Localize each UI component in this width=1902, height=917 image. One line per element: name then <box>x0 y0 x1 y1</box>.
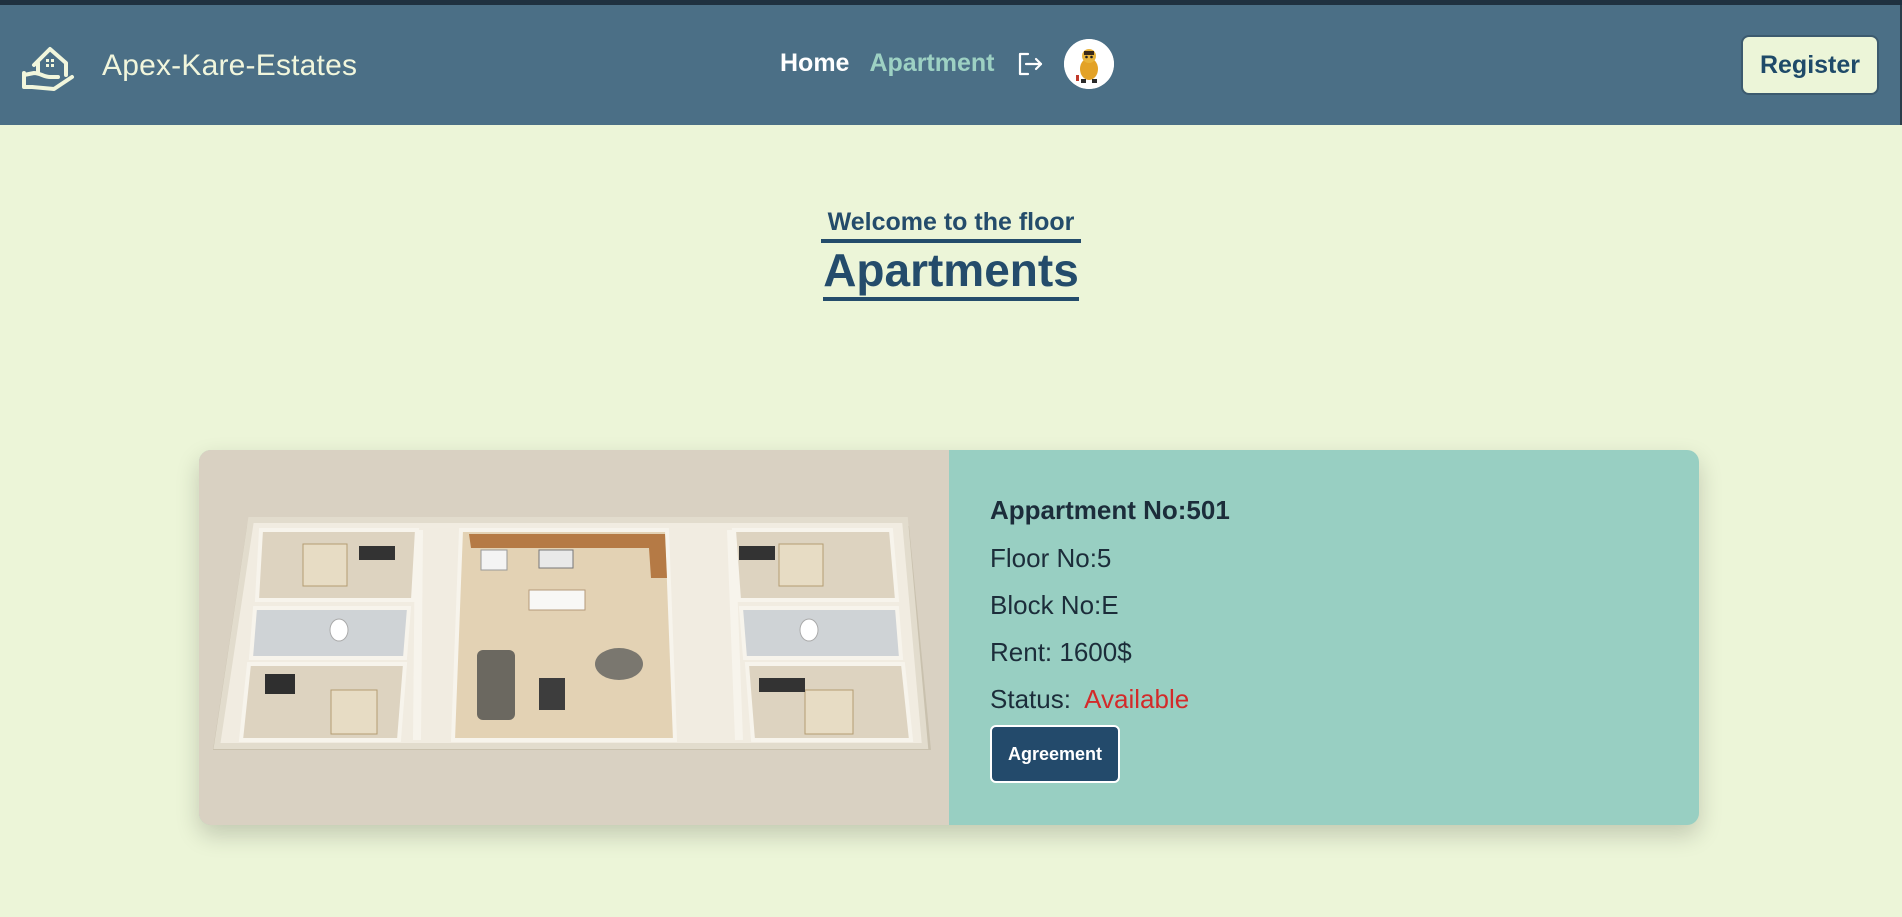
floor-number: Floor No:5 <box>990 543 1112 573</box>
page-subtitle: Welcome to the floor <box>820 208 1082 243</box>
rent-amount: Rent: 1600$ <box>990 637 1132 667</box>
logout-icon[interactable] <box>1016 50 1044 78</box>
nav-apartment-link[interactable]: Apartment <box>869 49 994 78</box>
subtitle-wrapper: Welcome to the floor <box>0 208 1902 243</box>
status-value: Available <box>1084 684 1190 714</box>
apartment-floorplan-image <box>199 450 949 825</box>
register-button[interactable]: Register <box>1741 35 1879 95</box>
block-number: Block No:E <box>990 590 1119 620</box>
status-line: Status: Available <box>990 676 1230 723</box>
avatar-illustration <box>1064 39 1114 89</box>
apartment-number: Appartment No:501 <box>990 495 1230 525</box>
title-wrapper: Apartments <box>0 244 1902 301</box>
page-title: Apartments <box>823 244 1079 301</box>
agreement-button[interactable]: Agreement <box>990 725 1120 783</box>
brand-name: Apex-Kare-Estates <box>102 49 358 82</box>
status-label: Status: <box>990 684 1071 714</box>
house-in-hand-icon <box>22 47 74 91</box>
nav-home-link[interactable]: Home <box>780 49 849 78</box>
nav-links: Home Apartment <box>780 49 1044 78</box>
navbar: Apex-Kare-Estates Home Apartment Registe… <box>0 5 1902 125</box>
floorplan-illustration <box>199 450 949 825</box>
user-avatar[interactable] <box>1064 39 1114 89</box>
apartment-details: Appartment No:501 Floor No:5 Block No:E … <box>990 490 1230 783</box>
brand[interactable]: Apex-Kare-Estates <box>20 37 357 95</box>
apartment-card: Appartment No:501 Floor No:5 Block No:E … <box>199 450 1699 825</box>
